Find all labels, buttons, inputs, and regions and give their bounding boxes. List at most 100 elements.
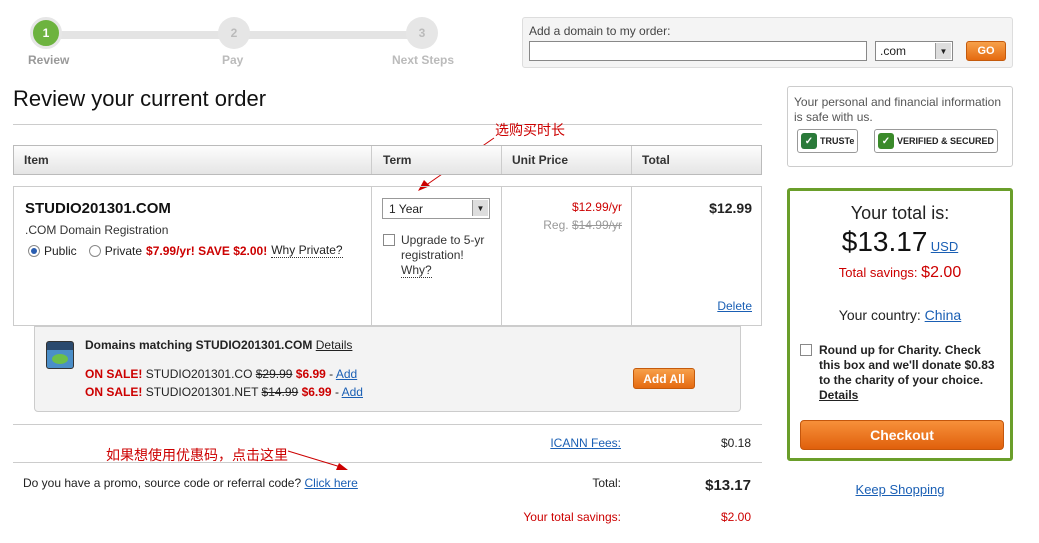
domain-search-input[interactable]: [529, 41, 867, 61]
annotation-arrow-icon: [287, 450, 348, 470]
sale-price: $6.99: [295, 367, 326, 381]
verified-badge: ✓ VERIFIED & SECURED: [874, 129, 999, 153]
reg-label: Reg.: [543, 218, 569, 232]
suggested-domain: STUDIO201301.NET: [145, 385, 259, 399]
why-link[interactable]: Why?: [401, 263, 432, 278]
private-radio[interactable]: [88, 244, 101, 257]
matching-domains-panel: Domains matching STUDIO201301.COM Detail…: [34, 326, 741, 412]
total-label: Total:: [592, 476, 621, 490]
public-label: Public: [44, 243, 77, 258]
icann-fees-link[interactable]: ICANN Fees:: [540, 436, 621, 450]
savings-value: $2.00: [720, 510, 751, 524]
promo-row: Do you have a promo, source code or refe…: [23, 476, 358, 490]
tld-select[interactable]: .com ▼: [875, 41, 953, 61]
term-select[interactable]: 1 Year ▼: [382, 198, 490, 219]
step-3-label: Next Steps: [392, 53, 455, 67]
suggested-domain: STUDIO201301.CO: [145, 367, 253, 381]
add-all-button[interactable]: Add All: [633, 368, 695, 389]
sale-label: ON SALE!: [85, 385, 143, 399]
order-table-header: Item Term Unit Price Total: [13, 145, 762, 175]
term-annotation: 选购买时长: [495, 123, 565, 139]
charity-checkbox[interactable]: [800, 344, 812, 356]
truste-label: TRUSTe: [820, 136, 855, 146]
step-1-circle: 1: [30, 17, 62, 49]
chevron-down-icon: ▼: [472, 200, 488, 216]
old-price: $14.99: [261, 385, 299, 399]
keep-shopping-link[interactable]: Keep Shopping: [787, 482, 1013, 497]
why-private-link[interactable]: Why Private?: [271, 243, 343, 258]
summary-savings-value: $2.00: [921, 264, 962, 281]
add-link[interactable]: Add: [342, 385, 363, 399]
total-value: $13.17: [705, 477, 751, 494]
summary-savings-label: Total savings:: [838, 265, 918, 280]
header-separator: [371, 146, 372, 174]
tld-select-value: .com: [880, 44, 907, 58]
charity-checkbox-wrap: [800, 344, 812, 359]
upgrade-text: Upgrade to 5-yr registration! Why?: [401, 233, 497, 278]
sale-label: ON SALE!: [85, 367, 143, 381]
shield-icon: ✓: [878, 133, 894, 149]
delete-link[interactable]: Delete: [642, 299, 752, 313]
promo-click-here-link[interactable]: Click here: [305, 476, 358, 490]
regular-price: Reg. $14.99/yr: [512, 218, 622, 232]
promo-annotation: 如果想使用优惠码，点击这里: [106, 448, 288, 464]
step-1-label: Review: [28, 53, 70, 67]
upgrade-checkbox[interactable]: [383, 234, 395, 246]
public-radio[interactable]: [28, 244, 40, 257]
globe-icon: [46, 341, 74, 369]
upgrade-label: Upgrade to 5-yr registration!: [401, 233, 485, 262]
column-separator: [501, 187, 502, 325]
column-separator: [371, 187, 372, 325]
total-amount: $13.17: [841, 226, 928, 257]
divider: [13, 424, 762, 425]
header-term: Term: [383, 153, 412, 167]
currency-link[interactable]: USD: [931, 239, 958, 254]
unit-price: $12.99/yr: [571, 200, 622, 214]
truste-badge: ✓ TRUSTe: [797, 129, 859, 153]
matching-row: ON SALE! STUDIO201301.NET $14.99 $6.99 -…: [85, 385, 363, 399]
reg-price: $14.99/yr: [571, 218, 622, 232]
matching-title-text: Domains matching STUDIO201301.COM: [85, 338, 313, 352]
summary-savings-row: Total savings: $2.00: [790, 264, 1010, 282]
charity-details-link[interactable]: Details: [819, 388, 858, 402]
add-domain-label: Add a domain to my order:: [529, 24, 671, 38]
security-panel: Your personal and financial information …: [787, 86, 1013, 167]
promo-text: Do you have a promo, source code or refe…: [23, 476, 302, 490]
domain-type: .COM Domain Registration: [25, 223, 169, 237]
header-separator: [501, 146, 502, 174]
header-item: Item: [24, 153, 49, 167]
column-separator: [631, 187, 632, 325]
truste-icon: ✓: [801, 133, 817, 149]
country-link[interactable]: China: [925, 307, 962, 323]
savings-label: Your total savings:: [523, 510, 621, 524]
go-button[interactable]: GO: [966, 41, 1006, 61]
add-domain-panel: Add a domain to my order: .com ▼ GO: [522, 17, 1013, 68]
icann-fees-value: $0.18: [720, 436, 751, 450]
chevron-down-icon: ▼: [935, 43, 951, 59]
divider: [13, 124, 762, 125]
checkout-button[interactable]: Checkout: [800, 420, 1004, 450]
privacy-options: Public Private $7.99/yr! SAVE $2.00! Why…: [28, 243, 343, 258]
matching-details-link[interactable]: Details: [316, 338, 353, 352]
sale-price: $6.99: [301, 385, 332, 399]
term-select-value: 1 Year: [389, 202, 424, 216]
step-2-circle: 2: [218, 17, 250, 49]
header-separator: [631, 146, 632, 174]
step-3-circle: 3: [406, 17, 438, 49]
item-total: $12.99: [709, 200, 752, 216]
upgrade-checkbox-wrap: [383, 234, 395, 249]
step-2-label: Pay: [222, 53, 244, 67]
old-price: $29.99: [255, 367, 293, 381]
charity-text-block: Round up for Charity. Check this box and…: [819, 343, 1004, 403]
your-total-label: Your total is:: [850, 203, 950, 223]
country-row: Your country: China: [790, 307, 1010, 323]
header-total: Total: [642, 153, 670, 167]
charity-text: Round up for Charity. Check this box and…: [819, 343, 995, 387]
header-unit-price: Unit Price: [512, 153, 569, 167]
matching-title: Domains matching STUDIO201301.COM Detail…: [85, 338, 352, 352]
domain-name: STUDIO201301.COM: [25, 200, 171, 217]
private-price: $7.99/yr! SAVE $2.00!: [146, 243, 268, 258]
private-label: Private: [104, 243, 143, 258]
country-label: Your country:: [838, 307, 921, 323]
add-link[interactable]: Add: [336, 367, 357, 381]
